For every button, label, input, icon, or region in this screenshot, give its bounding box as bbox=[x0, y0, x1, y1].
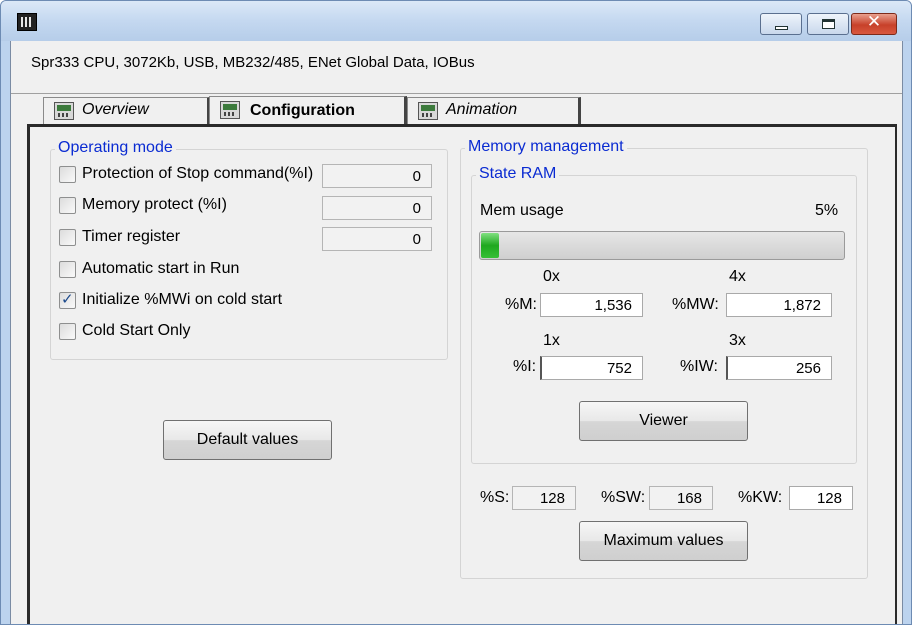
tab-animation[interactable]: Animation bbox=[407, 97, 581, 124]
stop-protection-checkbox[interactable] bbox=[59, 166, 76, 183]
viewer-button[interactable]: Viewer bbox=[579, 401, 748, 441]
memory-protect-checkbox[interactable] bbox=[59, 197, 76, 214]
checkbox-label: Timer register bbox=[82, 228, 181, 245]
maximize-icon bbox=[822, 19, 835, 29]
s-label: %S: bbox=[480, 489, 510, 506]
mem-usage-progress-bar bbox=[479, 231, 845, 260]
i-value-field[interactable]: 752 bbox=[540, 356, 643, 380]
tab-label: Overview bbox=[82, 101, 149, 118]
iw-value-field[interactable]: 256 bbox=[726, 356, 832, 380]
initialize-mwi-checkbox[interactable] bbox=[59, 290, 76, 309]
m-value-field[interactable]: 1,536 bbox=[540, 293, 643, 317]
window-content: Spr333 CPU, 3072Kb, USB, MB232/485, ENet… bbox=[10, 41, 903, 624]
stop-protection-value-field[interactable]: 0 bbox=[322, 164, 432, 188]
operating-mode-group: Operating mode Protection of Stop comman… bbox=[50, 139, 448, 360]
mem-usage-percent: 5% bbox=[815, 202, 839, 219]
module-icon bbox=[220, 101, 240, 119]
progress-fill bbox=[481, 233, 500, 258]
checkbox-label: Initialize %MWi on cold start bbox=[82, 291, 283, 308]
s-value-field[interactable]: 128 bbox=[512, 486, 576, 510]
timer-register-checkbox[interactable] bbox=[59, 229, 76, 246]
maximize-button[interactable] bbox=[807, 13, 849, 35]
memory-management-group: Memory management State RAM Mem usage 5%… bbox=[460, 138, 868, 579]
checkbox-label: Protection of Stop command(%I) bbox=[82, 165, 314, 182]
module-icon bbox=[418, 102, 438, 120]
mem-usage-label: Mem usage bbox=[480, 202, 564, 219]
checkbox-label: Automatic start in Run bbox=[82, 260, 240, 277]
group-title: State RAM bbox=[476, 165, 560, 183]
sw-value-field[interactable]: 168 bbox=[649, 486, 713, 510]
mw-label: %MW: bbox=[672, 296, 719, 313]
mw-value-field[interactable]: 1,872 bbox=[726, 293, 832, 317]
mw-column-header: 4x bbox=[729, 268, 746, 285]
maximum-values-button[interactable]: Maximum values bbox=[579, 521, 748, 561]
title-bar[interactable]: ✕ bbox=[1, 1, 911, 41]
m-label: %M: bbox=[505, 296, 537, 313]
default-values-button[interactable]: Default values bbox=[163, 420, 332, 460]
tab-label: Configuration bbox=[250, 102, 355, 119]
state-ram-group: State RAM Mem usage 5% 0x 4x %M: 1,536 %… bbox=[471, 165, 857, 464]
configuration-panel: Operating mode Protection of Stop comman… bbox=[27, 124, 897, 624]
memory-protect-value-field[interactable]: 0 bbox=[322, 196, 432, 220]
group-title: Memory management bbox=[465, 138, 627, 156]
close-icon: ✕ bbox=[866, 12, 882, 32]
m-column-header: 0x bbox=[543, 268, 560, 285]
automatic-start-checkbox[interactable] bbox=[59, 261, 76, 278]
timer-register-value-field[interactable]: 0 bbox=[322, 227, 432, 251]
close-button[interactable]: ✕ bbox=[851, 12, 897, 35]
app-icon[interactable] bbox=[17, 13, 37, 31]
tab-overview[interactable]: Overview bbox=[43, 97, 210, 124]
header-divider bbox=[11, 93, 902, 94]
cpu-description: Spr333 CPU, 3072Kb, USB, MB232/485, ENet… bbox=[31, 54, 475, 71]
application-window: ✕ Spr333 CPU, 3072Kb, USB, MB232/485, EN… bbox=[0, 0, 912, 625]
sw-label: %SW: bbox=[601, 489, 646, 506]
group-title: Operating mode bbox=[55, 139, 176, 157]
minimize-icon bbox=[775, 26, 788, 30]
iw-label: %IW: bbox=[680, 358, 718, 375]
kw-value-field[interactable]: 128 bbox=[789, 486, 853, 510]
tab-configuration[interactable]: Configuration bbox=[209, 96, 407, 125]
iw-column-header: 3x bbox=[729, 332, 746, 349]
module-icon bbox=[54, 102, 74, 120]
checkbox-label: Memory protect (%I) bbox=[82, 196, 227, 213]
tab-label: Animation bbox=[446, 101, 518, 118]
i-label: %I: bbox=[513, 358, 537, 375]
minimize-button[interactable] bbox=[760, 13, 802, 35]
checkbox-label: Cold Start Only bbox=[82, 322, 191, 339]
cold-start-only-checkbox[interactable] bbox=[59, 323, 76, 340]
kw-label: %KW: bbox=[738, 489, 783, 506]
i-column-header: 1x bbox=[543, 332, 560, 349]
